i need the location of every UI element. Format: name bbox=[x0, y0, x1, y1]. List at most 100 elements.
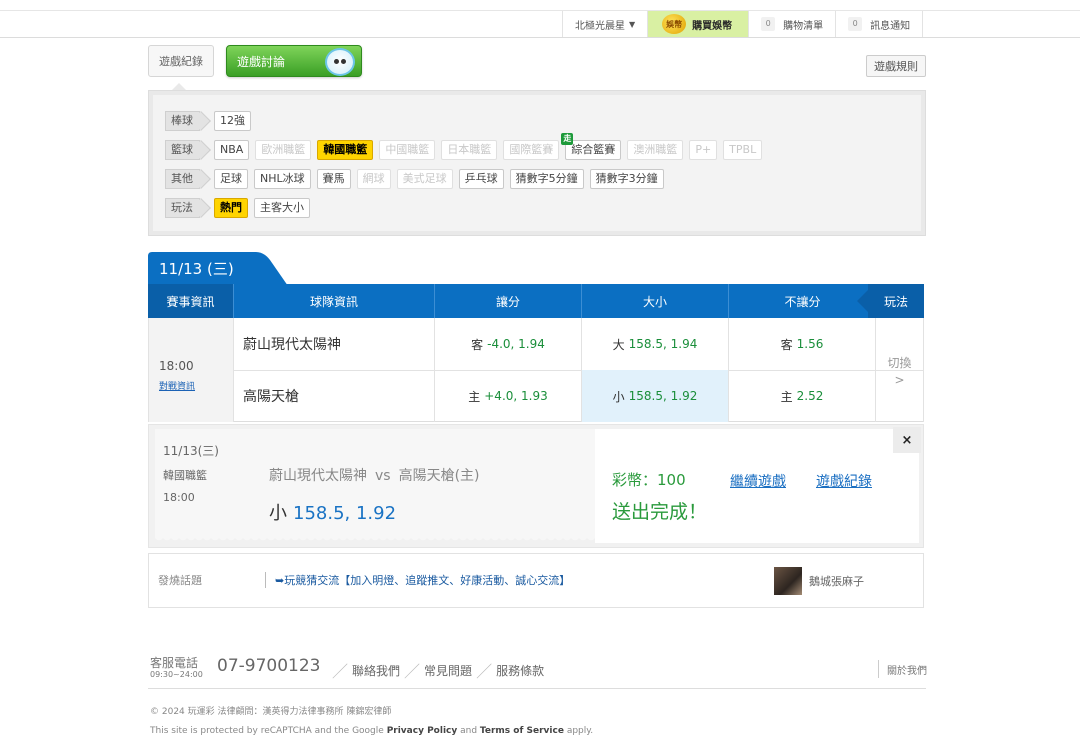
under-total-odds[interactable]: 小 158.5, 1.92 bbox=[582, 370, 729, 422]
cart-count: 0 bbox=[761, 17, 776, 31]
filter-chip: 網球 bbox=[356, 169, 391, 189]
filter-chip: 美式足球 bbox=[396, 169, 453, 189]
filter-chip-label: 熱門 bbox=[220, 201, 242, 214]
bet-result: 彩幣：100 送出完成！ 繼續遊戲 遊戲紀錄 bbox=[595, 429, 919, 543]
filter-category: 棒球 bbox=[165, 111, 200, 131]
home-ml-tag: 主 bbox=[780, 389, 793, 404]
play-type-toggle[interactable]: 玩法 bbox=[868, 284, 924, 318]
home-moneyline-odds[interactable]: 主 2.52 bbox=[729, 370, 876, 422]
matchup-info-link[interactable]: 對戰資訊 bbox=[159, 379, 195, 392]
sport-filter-panel: 棒球 12強 籃球 NBA 歐洲職籃 韓國職籃 中國職籃 日本職籃 國際籃賽 綜合籃賽走澳洲職籃 P… bbox=[148, 90, 926, 236]
home-spread-value: +4.0, 1.93 bbox=[484, 389, 548, 403]
filter-chip-label: 美式足球 bbox=[402, 172, 447, 185]
filter-chip[interactable]: NBA bbox=[214, 140, 250, 160]
filter-chip[interactable]: 熱門 bbox=[214, 198, 248, 218]
games-table-header: 賽事資訊 球隊資訊 讓分 大小 不讓分 bbox=[148, 284, 924, 318]
ticket-home-team: 高陽天槍(主) bbox=[398, 468, 480, 484]
over-total-odds[interactable]: 大 158.5, 1.94 bbox=[582, 318, 729, 370]
service-phone-number: 07-9700123 bbox=[217, 656, 321, 676]
filter-chip[interactable]: 足球 bbox=[214, 169, 248, 189]
home-spread-tag: 主 bbox=[468, 389, 481, 404]
filter-chip[interactable]: 主客大小 bbox=[254, 198, 310, 218]
filter-chip[interactable]: 猜數字3分鐘 bbox=[589, 169, 664, 189]
top-bar-menu: 北極光晨星 ▼ 娛幣 購買娛幣 0 購物清單 0 訊息通知 bbox=[562, 11, 924, 37]
buy-coins-label: 購買娛幣 bbox=[692, 20, 733, 32]
about-us-link[interactable]: 關於我們 bbox=[878, 660, 927, 678]
filter-chip-label: 猜數字3分鐘 bbox=[595, 172, 658, 185]
filter-chip-label: 足球 bbox=[220, 172, 242, 185]
cart-link[interactable]: 0 購物清單 bbox=[748, 11, 835, 37]
recaptcha-notice: This site is protected by reCAPTCHA and … bbox=[150, 726, 593, 736]
close-icon[interactable]: × bbox=[893, 427, 921, 453]
filter-chip-label: 中國職籃 bbox=[385, 143, 430, 156]
filter-chip[interactable]: NHL冰球 bbox=[254, 169, 311, 189]
home-team-name: 高陽天槍 bbox=[234, 370, 435, 422]
terms-link[interactable]: 服務條款 bbox=[496, 662, 544, 679]
contact-us-link[interactable]: 聯絡我們 bbox=[352, 662, 400, 679]
faq-link[interactable]: 常見問題 bbox=[424, 662, 472, 679]
avatar[interactable] bbox=[774, 567, 802, 595]
filter-chip-label: 賽馬 bbox=[322, 172, 345, 185]
top-bar: 北極光晨星 ▼ 娛幣 購買娛幣 0 購物清單 0 訊息通知 bbox=[0, 10, 1080, 38]
ticket-pick-value: 158.5, 1.92 bbox=[293, 503, 397, 524]
away-moneyline-odds[interactable]: 客 1.56 bbox=[729, 318, 876, 370]
coins-spent: 彩幣：100 bbox=[612, 471, 686, 489]
over-tag: 大 bbox=[612, 337, 625, 352]
filter-chip[interactable]: 綜合籃賽走 bbox=[561, 133, 622, 160]
filter-chip-label: 國際籃賽 bbox=[509, 143, 554, 156]
filter-chip-label: 日本職籃 bbox=[447, 143, 492, 156]
away-team-name: 蔚山現代太陽神 bbox=[234, 318, 435, 370]
live-badge-icon: 走 bbox=[561, 133, 574, 145]
topic-author[interactable]: 鵝城張麻子 bbox=[809, 573, 864, 589]
header-event-info: 賽事資訊 bbox=[148, 284, 234, 318]
away-spread-odds[interactable]: 客 -4.0, 1.94 bbox=[435, 318, 582, 370]
game-rules-button[interactable]: 遊戲規則 bbox=[866, 55, 926, 77]
game-time: 18:00 bbox=[159, 358, 194, 373]
header-team-info: 球隊資訊 bbox=[234, 284, 435, 318]
filter-chip: TPBL bbox=[723, 140, 763, 160]
game-history-link[interactable]: 遊戲紀錄 bbox=[816, 471, 872, 491]
filter-chip-label: 12強 bbox=[220, 114, 245, 127]
ticket-date: 11/13(三) bbox=[163, 444, 219, 458]
slash-separator: ／ bbox=[476, 662, 493, 681]
notifications-link[interactable]: 0 訊息通知 bbox=[835, 11, 924, 37]
switch-label: 切換 bbox=[887, 355, 912, 370]
filter-chip[interactable]: 12強 bbox=[214, 111, 251, 131]
ticket-away-team: 蔚山現代太陽神 bbox=[269, 468, 367, 484]
filter-chip: 國際籃賽 bbox=[503, 140, 560, 160]
hot-topic-link[interactable]: ➥玩競猜交流【加入明燈、追蹤推文、好康活動、誠心交流】 bbox=[275, 572, 570, 588]
recaptcha-and: and bbox=[460, 726, 478, 736]
switch-play-button[interactable]: 切換 > bbox=[876, 318, 924, 422]
hot-topic-bar: 發燒話題 ➥玩競猜交流【加入明燈、追蹤推文、好康活動、誠心交流】 鵝城張麻子 bbox=[148, 553, 924, 608]
filter-chip-label: 猜數字5分鐘 bbox=[515, 172, 578, 185]
filter-category: 籃球 bbox=[165, 140, 200, 160]
ticket-pick: 小 158.5, 1.92 bbox=[269, 499, 396, 525]
away-ml-tag: 客 bbox=[780, 337, 793, 352]
buy-coins-button[interactable]: 娛幣 購買娛幣 bbox=[647, 11, 749, 37]
ticket-vs: vs bbox=[375, 468, 391, 484]
filter-chip-label: NHL冰球 bbox=[260, 172, 305, 185]
chevron-right-icon: > bbox=[894, 372, 905, 387]
footer-links: ／ 聯絡我們 ／ 常見問題 ／ 服務條款 bbox=[328, 658, 544, 682]
away-ml-value: 1.56 bbox=[796, 337, 824, 351]
copyright: © 2024 玩運彩 法律顧問：漢英得力法律事務所 陳錦宏律師 bbox=[150, 707, 392, 717]
filter-chip[interactable]: 賽馬 bbox=[316, 169, 351, 189]
tab-game-record[interactable]: 遊戲紀錄 bbox=[148, 45, 214, 77]
user-menu[interactable]: 北極光晨星 ▼ bbox=[562, 11, 647, 37]
filter-chip-label: 網球 bbox=[362, 172, 385, 185]
filter-chip[interactable]: 乒乓球 bbox=[458, 169, 504, 189]
service-hours: 09:30~24:00 bbox=[150, 670, 203, 679]
header-moneyline: 不讓分 bbox=[784, 294, 821, 309]
over-value: 158.5, 1.94 bbox=[628, 337, 698, 351]
tab-game-discussion[interactable]: 遊戲討論 bbox=[226, 45, 362, 77]
terms-of-service-link[interactable]: Terms of Service bbox=[480, 726, 564, 736]
slash-separator: ／ bbox=[332, 662, 349, 681]
privacy-policy-link[interactable]: Privacy Policy bbox=[387, 726, 458, 736]
continue-game-link[interactable]: 繼續遊戲 bbox=[730, 471, 786, 491]
filter-chip[interactable]: 猜數字5分鐘 bbox=[509, 169, 584, 189]
filter-chip[interactable]: 韓國職籃 bbox=[317, 140, 374, 160]
away-spread-tag: 客 bbox=[471, 337, 484, 352]
date-tab[interactable]: 11/13 (三) bbox=[148, 252, 288, 286]
ticket-time: 18:00 bbox=[163, 491, 195, 504]
home-spread-odds[interactable]: 主 +4.0, 1.93 bbox=[435, 370, 582, 422]
